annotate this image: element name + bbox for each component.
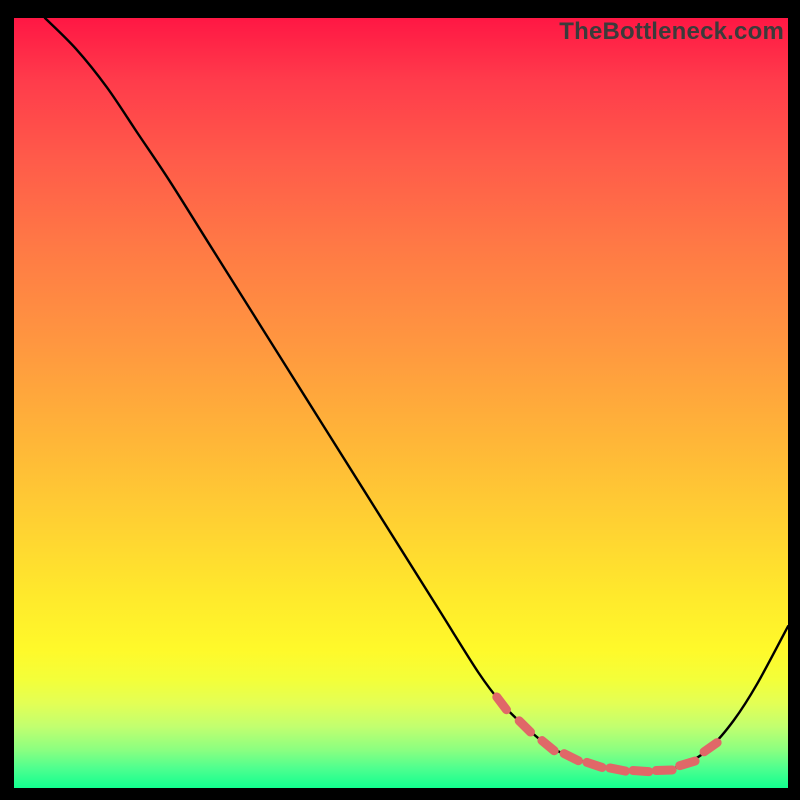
dash-marker [519, 721, 530, 732]
bottleneck-curve [45, 18, 788, 771]
dash-marker [587, 762, 602, 767]
plot-area: TheBottleneck.com [14, 18, 788, 788]
dash-marker [564, 754, 578, 761]
curve-layer [14, 18, 788, 788]
dash-marker [497, 697, 507, 710]
dash-band-markers [497, 697, 717, 772]
dash-marker [704, 743, 717, 752]
dash-marker [656, 770, 672, 771]
dash-marker [633, 771, 649, 772]
dash-marker [610, 768, 626, 771]
chart-frame: TheBottleneck.com [0, 0, 800, 800]
dash-marker [542, 741, 554, 751]
dash-marker [680, 761, 695, 766]
